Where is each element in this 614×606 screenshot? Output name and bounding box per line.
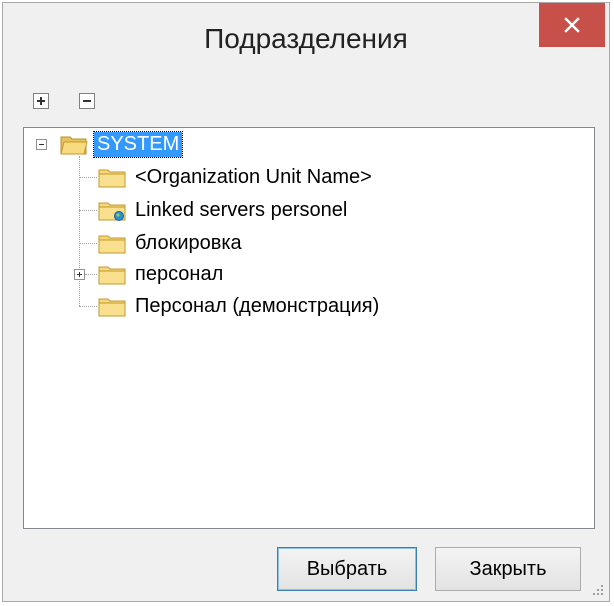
tree-connector bbox=[79, 306, 97, 307]
window-title: Подразделения bbox=[204, 23, 408, 54]
tree-node-blokirovka[interactable]: блокировка bbox=[98, 228, 245, 258]
folder-icon bbox=[98, 266, 126, 285]
expand-all-button[interactable] bbox=[33, 93, 49, 109]
close-button[interactable]: Закрыть bbox=[435, 547, 581, 591]
tree-node-label: SYSTEM bbox=[92, 130, 184, 158]
collapse-root-toggle[interactable] bbox=[36, 139, 47, 150]
folder-icon bbox=[98, 169, 126, 188]
close-window-button[interactable] bbox=[539, 3, 605, 47]
tree-node-system[interactable]: SYSTEM bbox=[60, 129, 184, 159]
tree-view[interactable]: SYSTEM <Organization Unit Name> Linked s… bbox=[23, 127, 595, 529]
tree-node-label: блокировка bbox=[135, 231, 242, 254]
tree-node-personal[interactable]: персонал bbox=[98, 259, 226, 289]
tree-connector bbox=[79, 210, 97, 211]
close-icon bbox=[564, 17, 580, 33]
tree-toolbar bbox=[33, 89, 95, 113]
tree-node-org-unit[interactable]: <Organization Unit Name> bbox=[98, 162, 375, 192]
folder-icon bbox=[98, 235, 126, 254]
collapse-all-button[interactable] bbox=[79, 93, 95, 109]
tree-connector bbox=[85, 274, 97, 275]
tree-content: SYSTEM <Organization Unit Name> Linked s… bbox=[24, 128, 594, 528]
tree-node-label: Персонал (демонстрация) bbox=[135, 294, 380, 317]
expand-personal-toggle[interactable] bbox=[74, 269, 85, 280]
tree-node-label: персонал bbox=[135, 262, 224, 285]
title-bar: Подразделения bbox=[3, 3, 609, 83]
select-button[interactable]: Выбрать bbox=[277, 547, 417, 591]
tree-connector bbox=[79, 243, 97, 244]
folder-linked-icon bbox=[98, 202, 126, 221]
tree-connector bbox=[79, 177, 97, 178]
folder-icon bbox=[98, 298, 126, 317]
folder-open-icon bbox=[60, 136, 88, 155]
tree-node-label: <Organization Unit Name> bbox=[135, 165, 372, 188]
dialog-window: Подразделения SYSTEM <Organization Unit … bbox=[2, 2, 610, 602]
tree-connector bbox=[79, 156, 80, 306]
resize-grip-icon[interactable] bbox=[591, 583, 605, 597]
tree-node-linked-servers[interactable]: Linked servers personel bbox=[98, 195, 350, 225]
tree-node-label: Linked servers personel bbox=[135, 198, 348, 221]
tree-node-personal-demo[interactable]: Персонал (демонстрация) bbox=[98, 291, 382, 321]
